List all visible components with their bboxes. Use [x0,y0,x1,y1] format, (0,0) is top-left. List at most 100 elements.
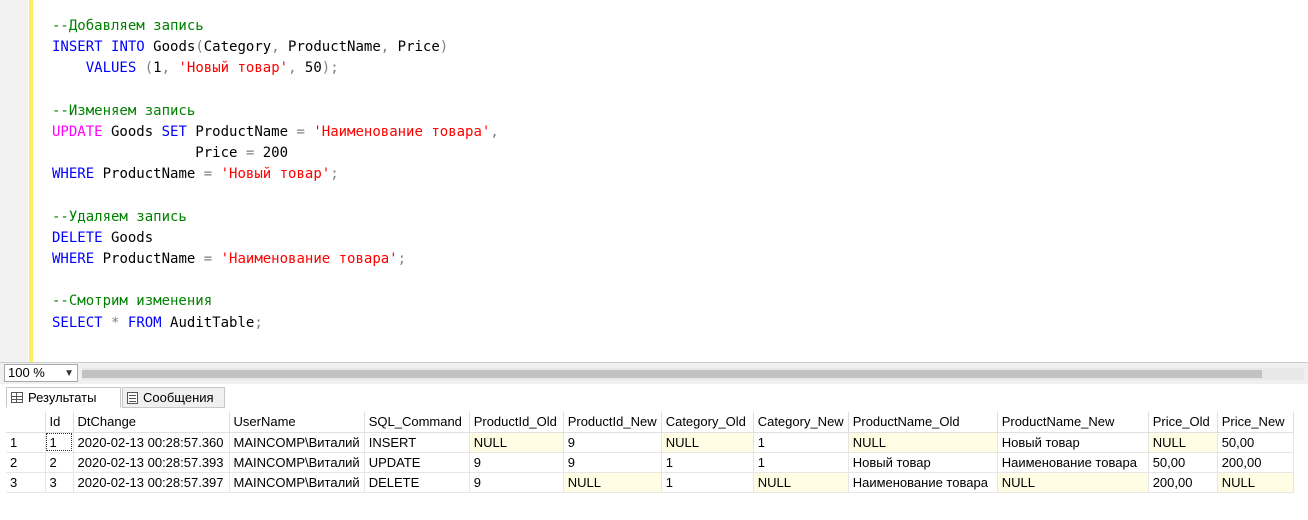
table-cell[interactable]: 200,00 [1148,472,1218,493]
code-token: Category [203,39,272,56]
table-cell[interactable]: 9 [469,452,564,473]
code-token: --Смотрим изменения [52,293,213,310]
code-line: Price = 200 [52,143,499,164]
column-header[interactable]: SQL_Command [364,412,470,433]
zoom-select[interactable]: 100 % ▼ [4,364,78,382]
code-token: 'Новый товар' [220,166,331,183]
code-line: --Добавляем запись [52,16,499,37]
table-cell[interactable]: NULL [1148,432,1218,453]
table-cell[interactable]: 1 [661,472,754,493]
code-token: Goods [102,229,154,246]
code-token: 200 [254,145,289,162]
scrollbar-thumb[interactable] [82,370,1262,378]
horizontal-scrollbar[interactable] [82,368,1304,380]
table-row[interactable]: 1 1 2020-02-13 00:28:57.360 MAINCOMP\Витали… [6,432,1294,453]
code-token: , [490,123,499,140]
column-header[interactable]: UserName [229,412,365,433]
table-cell[interactable]: 1 [753,452,849,473]
table-cell[interactable]: 1 [45,432,74,453]
table-cell[interactable]: 9 [563,432,662,453]
table-cell[interactable]: 1 [753,432,849,453]
column-header[interactable]: ProductId_Old [469,412,564,433]
chevron-down-icon[interactable]: ▼ [64,366,74,382]
table-cell[interactable]: 2020-02-13 00:28:57.397 [73,472,230,493]
query-editor[interactable]: --Добавляем запись INSERT INTO Goods(Cate… [0,0,1308,362]
column-header[interactable]: DtChange [73,412,230,433]
code-token: DELETE [52,229,103,246]
sql-code[interactable]: --Добавляем запись INSERT INTO Goods(Cate… [52,16,499,334]
table-cell[interactable]: 2020-02-13 00:28:57.360 [73,432,230,453]
results-grid[interactable]: Id DtChange UserName SQL_Command ProductId_O… [6,412,1294,493]
code-line: --Смотрим изменения [52,291,499,312]
table-cell[interactable]: 50,00 [1148,452,1218,473]
column-header[interactable]: Category_New [753,412,849,433]
table-row[interactable]: 2 2 2020-02-13 00:28:57.393 MAINCOMP\Витали… [6,452,1294,473]
zoom-value: 100 % [8,365,45,380]
table-cell[interactable]: INSERT [364,432,470,453]
editor-status-strip: 100 % ▼ [0,362,1308,384]
tab-messages[interactable]: Сообщения [122,387,225,408]
table-cell[interactable]: Новый товар [848,452,998,473]
table-cell[interactable]: MAINCOMP\Виталий [229,452,365,473]
column-header[interactable]: Price_Old [1148,412,1218,433]
code-token: --Добавляем запись [52,18,204,34]
column-header[interactable]: ProductName_New [997,412,1149,433]
code-line: INSERT INTO Goods(Category, ProductName,… [52,37,499,58]
table-cell[interactable]: NULL [661,432,754,453]
table-cell[interactable]: MAINCOMP\Виталий [229,472,365,493]
table-cell[interactable]: 200,00 [1217,452,1294,473]
table-cell[interactable]: 9 [469,472,564,493]
code-token: ; [397,251,407,268]
column-header[interactable]: ProductId_New [563,412,662,433]
row-number[interactable]: 2 [6,452,46,473]
row-number[interactable]: 3 [6,472,46,493]
table-cell[interactable]: NULL [753,472,849,493]
column-header[interactable]: Category_Old [661,412,754,433]
table-cell[interactable]: Наименование товара [997,452,1149,473]
table-cell[interactable]: NULL [997,472,1149,493]
table-cell[interactable]: 1 [661,452,754,473]
table-cell[interactable]: 9 [563,452,662,473]
code-token: 'Наименование товара' [313,123,491,140]
code-token: UPDATE [52,123,103,140]
column-header[interactable]: Price_New [1217,412,1294,433]
code-token: 50 [296,60,322,77]
code-token: Price [389,39,440,56]
table-cell[interactable]: NULL [1217,472,1294,493]
table-cell[interactable]: 50,00 [1217,432,1294,453]
table-cell[interactable]: MAINCOMP\Виталий [229,432,365,453]
code-token: 'Новый товар' [178,60,289,77]
table-cell[interactable]: Наименование товара [848,472,998,493]
table-cell[interactable]: 2020-02-13 00:28:57.393 [73,452,230,473]
column-header[interactable]: ProductName_Old [848,412,998,433]
code-token: , [288,60,297,77]
table-row[interactable]: 3 3 2020-02-13 00:28:57.397 MAINCOMP\Витали… [6,472,1294,493]
table-cell[interactable]: 3 [45,472,74,493]
table-cell[interactable]: Новый товар [997,432,1149,453]
code-token: ( [195,39,204,56]
tab-results[interactable]: Результаты [6,387,121,408]
code-token: ) [439,39,449,56]
table-cell[interactable]: DELETE [364,472,470,493]
table-cell[interactable]: NULL [469,432,564,453]
code-token: ; [254,314,263,331]
row-number-header[interactable] [6,412,46,433]
table-cell[interactable]: NULL [848,432,998,453]
code-line: VALUES (1, 'Новый товар', 50); [52,58,499,79]
column-header[interactable]: Id [45,412,74,433]
messages-icon [127,391,138,404]
code-token: ( [144,60,154,77]
code-token: FROM [127,314,162,331]
table-cell[interactable]: UPDATE [364,452,470,473]
row-number[interactable]: 1 [6,432,46,453]
table-cell[interactable]: 2 [45,452,74,473]
table-cell[interactable]: NULL [563,472,662,493]
code-line: WHERE ProductName = 'Наименование товара… [52,249,499,270]
